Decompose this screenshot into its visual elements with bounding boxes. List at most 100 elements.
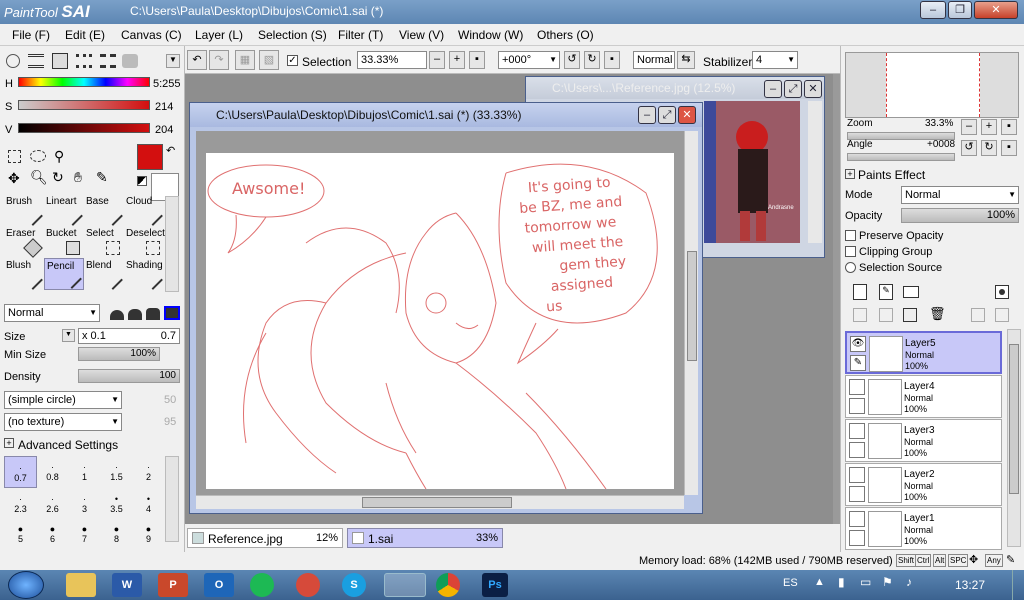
paints-effect-toggle[interactable]: Paints Effect xyxy=(858,168,925,182)
visibility-toggle[interactable] xyxy=(849,423,865,439)
word-icon[interactable]: W xyxy=(112,573,142,597)
move-icon[interactable]: ✥ xyxy=(8,170,20,187)
rect-select-icon[interactable] xyxy=(8,150,21,163)
doc-minimize-button[interactable]: – xyxy=(638,106,656,124)
tool-pencil[interactable]: Pencil xyxy=(44,258,84,290)
close-button[interactable]: ✕ xyxy=(974,1,1018,19)
network-icon[interactable]: ▮ xyxy=(838,575,845,589)
file-explorer-icon[interactable] xyxy=(66,573,96,597)
layer-scroll-thumb[interactable] xyxy=(1009,344,1019,494)
brush-texture-select[interactable]: (no texture) ▼ xyxy=(4,413,122,431)
photoshop-icon[interactable]: Ps xyxy=(482,573,508,597)
rotate-reset-button[interactable]: ▪ xyxy=(604,51,620,69)
swap-colors-icon[interactable]: ↶ xyxy=(166,144,175,157)
selection-source-radio[interactable] xyxy=(845,262,856,273)
outlook-icon[interactable]: O xyxy=(204,573,234,597)
menu-selection[interactable]: Selection (S) xyxy=(258,28,327,42)
menu-view[interactable]: View (V) xyxy=(399,28,444,42)
brush-shape-select[interactable]: (simple circle) ▼ xyxy=(4,391,122,409)
rotation-field[interactable]: +000° ▼ xyxy=(498,51,560,69)
color-mixer-icon[interactable] xyxy=(122,54,138,68)
transfer-down-icon[interactable] xyxy=(853,308,867,322)
show-desktop-button[interactable] xyxy=(1012,570,1024,600)
value-slider[interactable] xyxy=(18,123,150,133)
ref-minimize-button[interactable]: – xyxy=(764,80,782,98)
color-wheel-icon[interactable] xyxy=(6,54,20,68)
magic-wand-icon[interactable]: ⚲ xyxy=(54,148,64,165)
advanced-settings-toggle[interactable]: Advanced Settings xyxy=(18,438,118,452)
size-field[interactable]: x 0.1 0.7 xyxy=(78,328,180,344)
visibility-toggle[interactable] xyxy=(849,467,865,483)
plus-icon[interactable]: + xyxy=(4,438,14,448)
hue-slider[interactable] xyxy=(18,77,150,87)
rotate-icon[interactable]: ↻ xyxy=(52,169,64,186)
preset-size[interactable]: · 0.7 xyxy=(4,456,37,488)
tool-lineart[interactable]: Lineart xyxy=(44,194,84,226)
preset-size[interactable]: ● 5 xyxy=(4,520,37,548)
tool-blend[interactable]: Blend xyxy=(84,258,124,290)
layer-mode-select[interactable]: Normal ▼ xyxy=(901,186,1019,204)
clear-layer-icon[interactable] xyxy=(903,308,917,322)
brush-mode-select[interactable]: Normal ▼ xyxy=(4,304,100,322)
deselect-button[interactable]: ▦ xyxy=(235,50,255,70)
navigator-preview[interactable] xyxy=(845,52,1019,118)
layer-item-layer4[interactable]: Layer4 Normal 100% xyxy=(845,375,1002,418)
shape-soft-icon[interactable] xyxy=(110,310,124,320)
rotate-ccw-button[interactable]: ↺ xyxy=(564,51,580,69)
menu-canvas[interactable]: Canvas (C) xyxy=(121,28,182,42)
apply-mask-icon[interactable] xyxy=(995,308,1009,322)
lock-toggle[interactable] xyxy=(849,486,865,502)
hsv-slider-icon[interactable] xyxy=(52,53,68,69)
reset-colors-icon[interactable] xyxy=(137,176,147,186)
flip-horizontal-button[interactable]: ⇆ xyxy=(677,51,695,69)
zoom-reset-button[interactable]: ▪ xyxy=(469,51,485,69)
zoom-out-button[interactable]: – xyxy=(429,51,445,69)
visibility-toggle[interactable] xyxy=(849,511,865,527)
preset-size[interactable]: ● 8 xyxy=(100,520,133,548)
powerpoint-icon[interactable]: P xyxy=(158,573,188,597)
preserve-opacity-checkbox[interactable] xyxy=(845,230,856,241)
layer-opacity-slider[interactable]: 100% xyxy=(901,208,1019,223)
vertical-scroll-thumb[interactable] xyxy=(687,251,697,361)
redo-button[interactable]: ↷ xyxy=(209,50,229,70)
doc-close-button[interactable]: ✕ xyxy=(678,106,696,124)
start-button[interactable] xyxy=(8,571,44,599)
tool-shading[interactable]: Shading xyxy=(124,258,164,290)
min-size-slider[interactable]: 100% xyxy=(78,347,160,361)
zoom-icon[interactable]: 🔍︎ xyxy=(30,169,48,186)
hand-icon[interactable]: ✋︎ xyxy=(74,169,82,186)
skype-icon[interactable]: S xyxy=(342,573,366,597)
preset-size[interactable]: · 2.3 xyxy=(4,488,37,520)
layer-item-layer3[interactable]: Layer3 Normal 100% xyxy=(845,419,1002,462)
new-folder-icon[interactable] xyxy=(903,286,919,298)
clipping-group-checkbox[interactable] xyxy=(845,246,856,257)
trash-icon[interactable]: 🗑︎ xyxy=(929,307,946,322)
layer-item-layer2[interactable]: Layer2 Normal 100% xyxy=(845,463,1002,506)
merge-down-icon[interactable] xyxy=(879,308,893,322)
preset-size[interactable]: • 3.5 xyxy=(100,488,133,520)
primary-color-swatch[interactable] xyxy=(137,144,163,170)
preset-size[interactable]: ● 6 xyxy=(36,520,69,548)
size-dropdown-button[interactable]: ▼ xyxy=(62,329,75,342)
language-indicator[interactable]: ES xyxy=(783,577,798,589)
tool-select[interactable]: Select xyxy=(84,226,124,258)
layer-settings-icon[interactable] xyxy=(995,285,1009,299)
preset-size[interactable]: ● 7 xyxy=(68,520,101,548)
pencil-icon[interactable]: ✎ xyxy=(850,355,866,371)
brush-shape-selector[interactable] xyxy=(108,304,180,322)
spotify-icon[interactable] xyxy=(250,573,274,597)
menu-window[interactable]: Window (W) xyxy=(458,28,523,42)
layer-scrollbar[interactable] xyxy=(1007,329,1021,547)
layer-item-layer5[interactable]: 👁︎ ✎ Layer5 Normal 100% xyxy=(845,331,1002,374)
shape-medium-icon[interactable] xyxy=(128,309,142,320)
menu-layer[interactable]: Layer (L) xyxy=(195,28,243,42)
ref-close-button[interactable]: ✕ xyxy=(804,80,822,98)
rgb-slider-icon[interactable] xyxy=(28,54,44,68)
preset-size[interactable]: · 2.6 xyxy=(36,488,69,520)
preset-size[interactable]: · 2 xyxy=(132,456,165,488)
scratchpad-icon[interactable] xyxy=(100,54,116,68)
menu-others[interactable]: Others (O) xyxy=(537,28,594,42)
density-slider[interactable]: 100 xyxy=(78,369,180,383)
lasso-icon[interactable] xyxy=(30,150,46,162)
undo-button[interactable]: ↶ xyxy=(187,50,207,70)
